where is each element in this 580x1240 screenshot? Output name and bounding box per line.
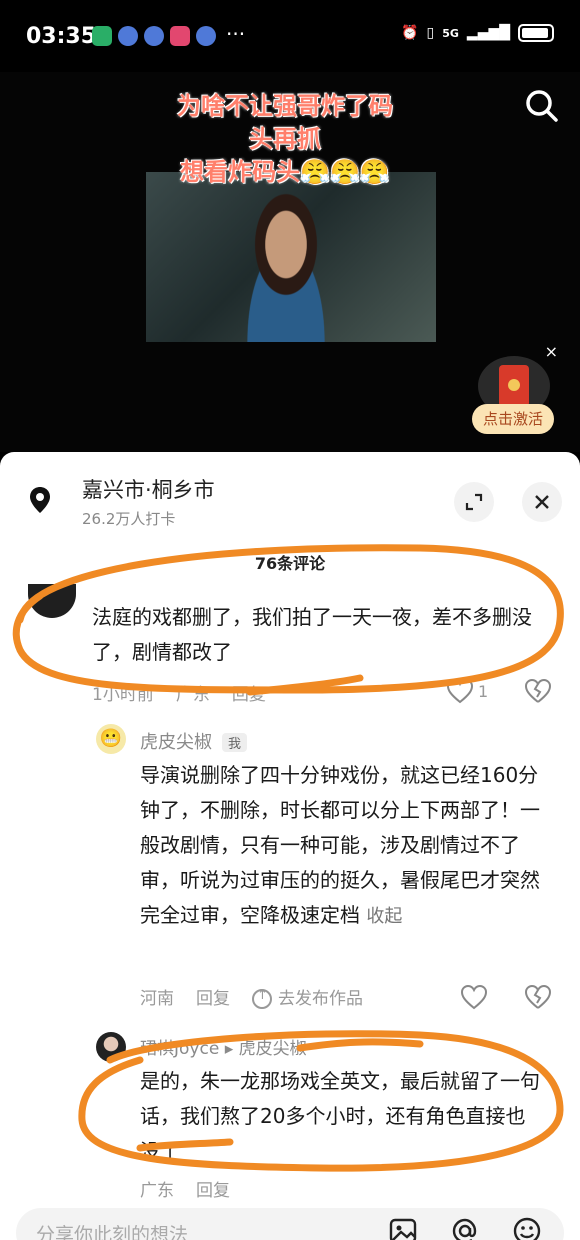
like-icon[interactable] [446, 678, 474, 704]
location-city[interactable]: 嘉兴市·桐乡市 [82, 474, 215, 504]
comment-time: 1小时前 [92, 685, 154, 705]
battery-icon [518, 24, 554, 42]
comment-text: 导演说删除了四十分钟戏份，就这已经160分钟了，不删除，时长都可以分上下两部了！… [140, 758, 540, 934]
reply-button[interactable]: 回复 [196, 984, 230, 1009]
comment-location: 广东 [140, 1181, 174, 1201]
browser-icon [144, 26, 164, 46]
browser-icon [196, 26, 216, 46]
reply-button[interactable]: 回复 [232, 680, 266, 705]
username-text: 虎皮尖椒 [140, 732, 212, 753]
app-icon [170, 26, 190, 46]
post-work-link[interactable]: 去发布作品 [252, 984, 363, 1009]
upload-icon [252, 988, 272, 1009]
dislike-icon[interactable] [524, 984, 552, 1010]
system-icons: ⏰ ▯ 5G ▂▄▆█ [401, 24, 554, 42]
close-icon [535, 495, 549, 509]
location-pin-icon [30, 487, 50, 513]
expand-icon [465, 493, 483, 511]
location-checkins: 26.2万人打卡 [82, 510, 176, 528]
browser-icon [118, 26, 138, 46]
dislike-icon[interactable] [524, 678, 552, 704]
reply-button[interactable]: 回复 [196, 1176, 230, 1201]
avatar[interactable] [28, 584, 76, 618]
like-count: 1 [478, 682, 489, 701]
emoji-icon[interactable] [512, 1216, 542, 1240]
status-time: 03:35 [26, 24, 97, 49]
network-label: 5G [442, 26, 459, 40]
comment-meta: 河南 回复 去发布作品 [140, 984, 363, 1009]
comment-username[interactable]: 珺棋Joyce ▸ 虎皮尖椒 [140, 1034, 307, 1059]
video-frame [146, 172, 436, 342]
comment-text: 法庭的戏都删了，我们拍了一天一夜，差不多删没了，剧情都改了 [92, 605, 532, 664]
like-icon[interactable] [460, 984, 488, 1010]
signal-icon: ▂▄▆█ [466, 25, 510, 41]
search-icon[interactable] [524, 88, 560, 124]
username-text: 珺棋Joyce [140, 1039, 220, 1059]
comment-count: 76条评论 [254, 554, 326, 573]
notification-icons [92, 26, 216, 46]
video-player[interactable]: 为啥不让强哥炸了码 头再抓 想看炸码头😤😤😤 × 点击激活 [0, 72, 580, 452]
expand-button[interactable] [454, 482, 494, 522]
status-bar: 03:35 ··· ⏰ ▯ 5G ▂▄▆█ [0, 0, 580, 72]
reply-arrow-icon: ▸ [224, 1039, 234, 1059]
comment-body: 导演说删除了四十分钟戏份，就这已经160分钟了，不删除，时长都可以分上下两部了！… [140, 763, 540, 927]
vibrate-icon: ▯ [426, 25, 435, 41]
close-panel-button[interactable] [522, 482, 562, 522]
comment-input[interactable]: 分享你此刻的想法 [36, 1220, 188, 1240]
caption-line: 为啥不让强哥炸了码 [177, 92, 393, 120]
comment-text: 是的，朱一龙那场戏全英文，最后就留了一句话，我们熬了20多个小时，还有角色直接也… [140, 1069, 540, 1163]
comment-location: 河南 [140, 989, 174, 1009]
reply-to-username: 虎皮尖椒 [238, 1039, 307, 1059]
comment-location: 广东 [175, 685, 210, 705]
wechat-icon [92, 26, 112, 46]
close-ad-button[interactable]: × [545, 342, 558, 361]
image-icon[interactable] [388, 1216, 418, 1240]
mention-icon[interactable] [450, 1216, 480, 1240]
comment-meta: 广东 回复 [140, 1176, 230, 1201]
caption-line: 想看炸码头😤😤😤 [180, 158, 390, 186]
video-caption: 为啥不让强哥炸了码 头再抓 想看炸码头😤😤😤 [140, 90, 430, 189]
alarm-icon: ⏰ [401, 25, 419, 41]
comment-username[interactable]: 虎皮尖椒我 [140, 728, 248, 754]
more-notifications-icon: ··· [226, 22, 246, 46]
comment-meta: 1小时前 广东 回复 [92, 680, 266, 705]
avatar[interactable] [96, 1032, 126, 1062]
comment-input-bar[interactable]: 分享你此刻的想法 [16, 1208, 564, 1240]
activate-button[interactable]: 点击激活 [472, 404, 554, 434]
me-badge: 我 [222, 733, 248, 752]
caption-line: 头再抓 [249, 125, 321, 153]
collapse-link[interactable]: 收起 [366, 906, 402, 927]
avatar[interactable]: 😬 [96, 724, 126, 754]
actor-figure [226, 192, 346, 342]
comment-panel: 嘉兴市·桐乡市 26.2万人打卡 76条评论 法庭的戏都删了，我们拍了一天一夜，… [0, 452, 580, 1240]
